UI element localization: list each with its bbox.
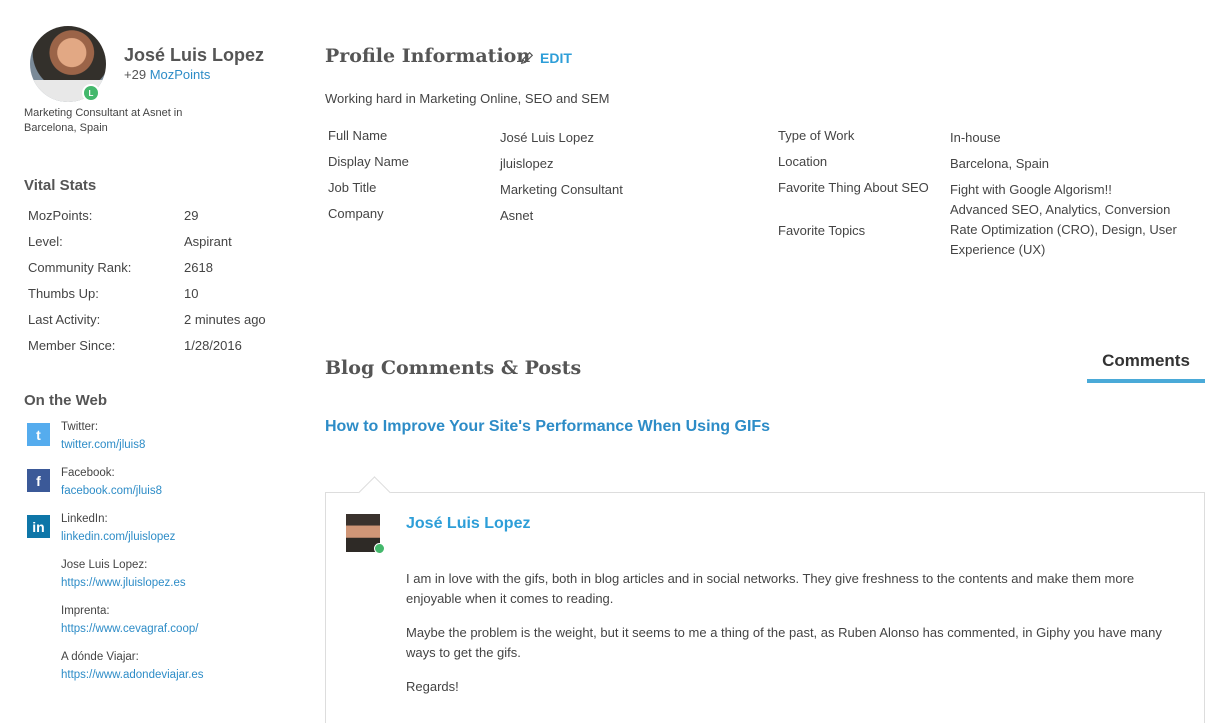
comment-card: José Luis Lopez I am in love with the gi… <box>325 476 1205 723</box>
field-label: Full Name <box>328 128 388 143</box>
profile-field-row: Job Title Marketing Consultant <box>328 180 760 206</box>
web-link-item: A dónde Viajar: https://www.adondeviajar.… <box>27 651 287 697</box>
web-link-label: Jose Luis Lopez: <box>61 559 148 571</box>
web-link-label: A dónde Viajar: <box>61 651 139 663</box>
field-label: Company <box>328 206 384 221</box>
web-link-url[interactable]: linkedin.com/jluislopez <box>61 531 175 543</box>
on-the-web-title: On the Web <box>24 392 108 409</box>
stat-row: Member Since: 1/28/2016 <box>28 338 266 364</box>
user-name: José Luis Lopez <box>124 45 265 65</box>
blog-section-title: Blog Comments & Posts <box>325 357 582 379</box>
stat-value: Aspirant <box>184 234 232 249</box>
stat-value: 29 <box>184 208 199 223</box>
profile-field-row: Location Barcelona, Spain <box>778 154 1200 180</box>
stat-label: Thumbs Up: <box>28 286 99 301</box>
profile-tagline: Working hard in Marketing Online, SEO an… <box>325 91 610 106</box>
points-count: +29 <box>124 67 147 82</box>
web-link-label: LinkedIn: <box>61 513 108 525</box>
user-job: Marketing Consultant at Asnet in Barcelo… <box>24 107 183 134</box>
web-link-item: f Facebook: facebook.com/jluis8 <box>27 467 287 513</box>
web-link-url[interactable]: https://www.cevagraf.coop/ <box>61 623 198 635</box>
web-link-item: Imprenta: https://www.cevagraf.coop/ <box>27 605 287 651</box>
web-link-url[interactable]: https://www.adondeviajar.es <box>61 669 204 681</box>
stat-value: 10 <box>184 286 199 301</box>
vital-stats-list: MozPoints: 29 Level: Aspirant Community Rank… <box>28 208 266 364</box>
facebook-icon[interactable]: f <box>27 469 50 492</box>
comment-paragraph: Maybe the problem is the weight, but it … <box>406 625 1162 660</box>
profile-field-row: Display Name jluislopez <box>328 154 760 180</box>
post-title-link[interactable]: How to Improve Your Site's Performance W… <box>325 418 770 436</box>
web-link-item: t Twitter: twitter.com/jluis8 <box>27 421 287 467</box>
stat-label: Level: <box>28 234 63 249</box>
linkedin-icon[interactable]: in <box>27 515 50 538</box>
field-label: Location <box>778 154 828 169</box>
field-value: In-house <box>950 130 1001 145</box>
stat-label: MozPoints: <box>28 208 93 223</box>
field-label: Job Title <box>328 180 377 195</box>
web-link-label: Facebook: <box>61 467 115 479</box>
profile-info-title: Profile Information <box>325 45 531 67</box>
stat-row: Thumbs Up: 10 <box>28 286 266 312</box>
field-value: Asnet <box>500 208 534 223</box>
vital-stats-title: Vital Stats <box>24 177 97 194</box>
web-link-label: Twitter: <box>61 421 99 433</box>
profile-field-row: Full Name José Luis Lopez <box>328 128 760 154</box>
field-label: Display Name <box>328 154 409 169</box>
stat-row: MozPoints: 29 <box>28 208 266 234</box>
web-links-list: t Twitter: twitter.com/jluis8 f Facebook: fac… <box>27 421 287 697</box>
user-points: +29 MozPoints <box>124 67 210 82</box>
comment-paragraph: Regards! <box>406 679 459 694</box>
stat-row: Level: Aspirant <box>28 234 266 260</box>
profile-field-row: Type of Work In-house <box>778 128 1200 154</box>
field-value: Marketing Consultant <box>500 182 623 197</box>
edit-label: EDIT <box>540 50 572 66</box>
comment-caret <box>358 476 391 509</box>
web-link-item: in LinkedIn: linkedin.com/jluislopez <box>27 513 287 559</box>
field-value: Advanced SEO, Analytics, Conversion Rate… <box>950 202 1177 257</box>
twitter-icon[interactable]: t <box>27 423 50 446</box>
field-label: Type of Work <box>778 128 855 143</box>
stat-row: Community Rank: 2618 <box>28 260 266 286</box>
stat-label: Member Since: <box>28 338 116 353</box>
field-label: Favorite Topics <box>778 222 866 238</box>
comment-body: I am in love with the gifs, both in blog… <box>406 569 1186 711</box>
stat-value: 1/28/2016 <box>184 338 242 353</box>
pencil-icon <box>520 51 534 65</box>
tab-comments[interactable]: Comments <box>1087 351 1205 383</box>
profile-fields-right: Type of Work In-house Location Barcelona, S… <box>778 128 1200 260</box>
field-label: Favorite Thing About SEO <box>778 180 929 195</box>
level-badge-icon <box>374 543 385 554</box>
web-link-url[interactable]: facebook.com/jluis8 <box>61 485 162 497</box>
stat-label: Last Activity: <box>28 312 101 327</box>
mozpoints-link[interactable]: MozPoints <box>150 67 211 82</box>
profile-fields-left: Full Name José Luis Lopez Display Name jlui… <box>328 128 760 232</box>
stat-value: 2618 <box>184 260 213 275</box>
comment-author[interactable]: José Luis Lopez <box>406 515 530 533</box>
field-value: José Luis Lopez <box>500 130 594 145</box>
web-link-url[interactable]: https://www.jluislopez.es <box>61 577 186 589</box>
profile-field-row: Favorite Topics Advanced SEO, Analytics, … <box>778 200 1200 260</box>
stat-label: Community Rank: <box>28 260 132 275</box>
edit-button[interactable]: EDIT <box>520 50 572 66</box>
web-link-url[interactable]: twitter.com/jluis8 <box>61 439 145 451</box>
web-link-item: Jose Luis Lopez: https://www.jluislopez.e… <box>27 559 287 605</box>
stat-value: 2 minutes ago <box>184 312 266 327</box>
level-badge-icon: L <box>82 84 100 102</box>
web-link-label: Imprenta: <box>61 605 110 617</box>
comment-paragraph: I am in love with the gifs, both in blog… <box>406 571 1135 606</box>
stat-row: Last Activity: 2 minutes ago <box>28 312 266 338</box>
profile-field-row: Company Asnet <box>328 206 760 232</box>
field-value: jluislopez <box>500 156 554 171</box>
field-value: Barcelona, Spain <box>950 156 1050 171</box>
